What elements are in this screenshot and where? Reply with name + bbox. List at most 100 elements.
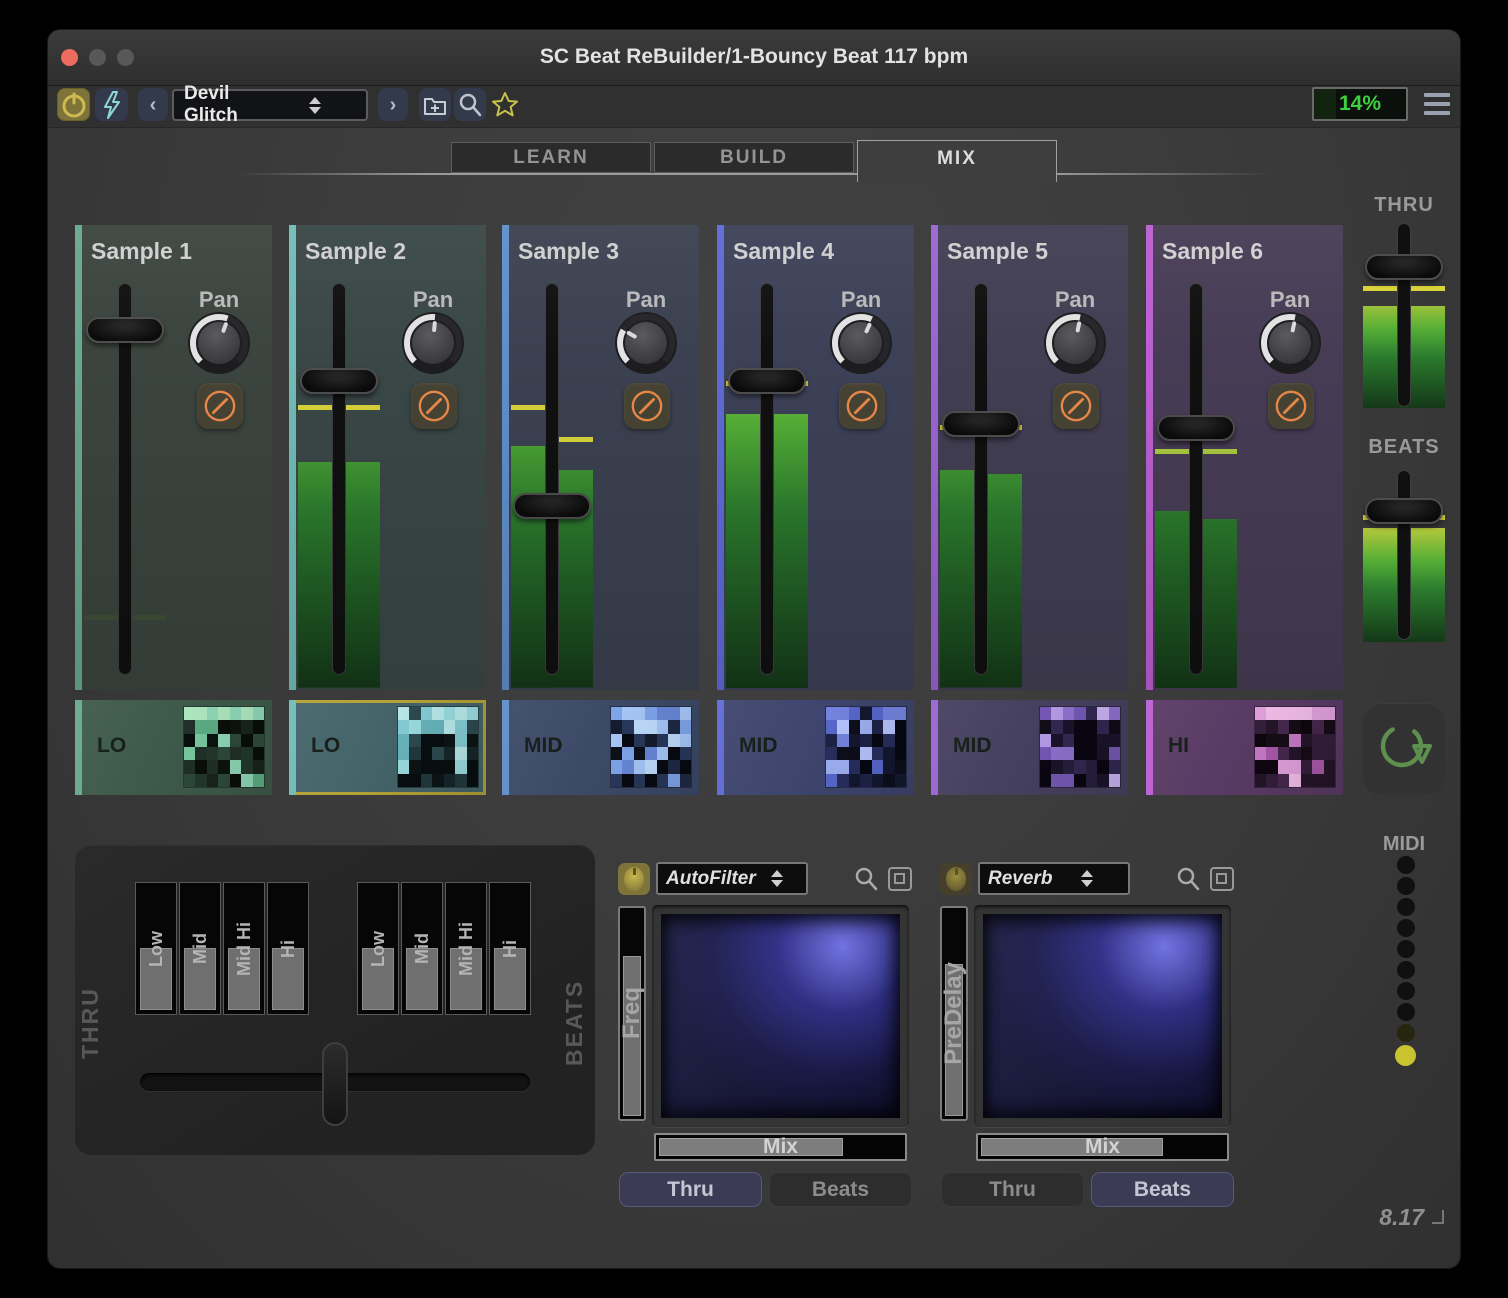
fx-browse-button[interactable]	[852, 865, 879, 892]
beats-band-fader-midhi[interactable]: Mid Hi	[445, 882, 487, 1015]
strip-color-bar	[931, 225, 938, 690]
sample-pad-6[interactable]: HI	[1146, 700, 1343, 795]
chevron-left-icon: ‹	[150, 95, 157, 115]
volume-fader-track[interactable]	[974, 283, 988, 675]
strip-title: Sample 4	[733, 238, 834, 265]
fx-window-button[interactable]	[1208, 865, 1235, 892]
pan-knob[interactable]	[614, 311, 678, 375]
preset-name: Devil Glitch	[184, 83, 271, 127]
beats-master-label: BEATS	[1344, 436, 1460, 459]
volume-fader-handle[interactable]	[300, 368, 378, 394]
fx-route-thru-button[interactable]: Thru	[941, 1172, 1084, 1207]
xy-pad[interactable]	[983, 914, 1222, 1118]
menu-button[interactable]	[1424, 93, 1450, 115]
crossfade-slider-handle[interactable]	[322, 1042, 348, 1126]
strip-color-bar	[502, 225, 509, 690]
sample-pad-3[interactable]: MID	[502, 700, 699, 795]
sample-pad-2[interactable]: LO	[289, 700, 486, 795]
pan-knob[interactable]	[1043, 311, 1107, 375]
tile-color-bar	[289, 700, 296, 795]
thru-master-fader-handle[interactable]	[1365, 254, 1443, 280]
beats-master-fader-handle[interactable]	[1365, 498, 1443, 524]
fx-mix-label: Mix	[656, 1135, 905, 1159]
fx-route-beats-button[interactable]: Beats	[769, 1172, 912, 1207]
pan-knob[interactable]	[829, 311, 893, 375]
mute-bypass-button[interactable]	[839, 383, 885, 429]
strip-color-bar	[289, 225, 296, 690]
xy-pad-frame	[974, 905, 1231, 1127]
mute-bypass-button[interactable]	[411, 383, 457, 429]
version-number: 8.17	[1348, 1204, 1424, 1231]
thru-band-fader-hi[interactable]: Hi	[267, 882, 309, 1015]
stepper-arrows-icon	[271, 97, 358, 114]
loop-refresh-button[interactable]	[1363, 703, 1445, 795]
fx-param-slider[interactable]: PreDelay	[940, 906, 968, 1121]
pan-label: Pan	[598, 287, 694, 313]
folder-plus-icon	[421, 91, 449, 119]
tab-mix[interactable]: MIX	[857, 140, 1057, 182]
thru-master-fader-track[interactable]	[1397, 223, 1411, 407]
tile-color-bar	[502, 700, 509, 795]
fx-route-thru-button[interactable]: Thru	[619, 1172, 762, 1207]
resize-grip[interactable]	[1432, 1210, 1444, 1224]
thru-band-fader-midhi[interactable]: Mid Hi	[223, 882, 265, 1015]
beats-master-fader-track[interactable]	[1397, 470, 1411, 640]
fx-power-button[interactable]	[940, 863, 972, 895]
mute-bypass-button[interactable]	[624, 383, 670, 429]
pan-label: Pan	[813, 287, 909, 313]
search-preset-button[interactable]	[454, 88, 486, 121]
save-preset-button[interactable]	[419, 88, 451, 121]
next-preset-button[interactable]: ›	[378, 88, 408, 121]
xy-pad[interactable]	[661, 914, 900, 1118]
beats-band-fader-mid[interactable]: Mid	[401, 882, 443, 1015]
mute-bypass-button[interactable]	[1268, 383, 1314, 429]
preset-select[interactable]: Devil Glitch	[172, 89, 368, 121]
fx-browse-button[interactable]	[1174, 865, 1201, 892]
tab-learn[interactable]: LEARN	[451, 142, 651, 173]
fx-window-button[interactable]	[886, 865, 913, 892]
power-button[interactable]	[57, 88, 90, 121]
volume-fader-track[interactable]	[760, 283, 774, 675]
beats-band-fader-low[interactable]: Low	[357, 882, 399, 1015]
fx-param-slider[interactable]: Freq	[618, 906, 646, 1121]
fx-select[interactable]: AutoFilter	[656, 862, 808, 895]
volume-fader-track[interactable]	[332, 283, 346, 675]
volume-fader-track[interactable]	[1189, 283, 1203, 675]
sample-pad-4[interactable]: MID	[717, 700, 914, 795]
volume-fader-handle[interactable]	[1157, 415, 1235, 441]
mute-bypass-button[interactable]	[197, 383, 243, 429]
fx-route-beats-button[interactable]: Beats	[1091, 1172, 1234, 1207]
volume-fader-handle[interactable]	[942, 411, 1020, 437]
fx-mix-slider[interactable]: Mix	[976, 1133, 1229, 1161]
learn-midi-button[interactable]	[95, 88, 128, 121]
favorite-button[interactable]	[489, 88, 521, 121]
slash-circle-icon	[630, 388, 664, 424]
prev-preset-button[interactable]: ‹	[138, 88, 168, 121]
waveform-thumbnail	[184, 707, 264, 787]
pan-label: Pan	[1242, 287, 1338, 313]
volume-fader-handle[interactable]	[86, 317, 164, 343]
beats-band-fader-hi[interactable]: Hi	[489, 882, 531, 1015]
pan-knob[interactable]	[187, 311, 251, 375]
thru-band-fader-low[interactable]: Low	[135, 882, 177, 1015]
volume-fader-handle[interactable]	[728, 368, 806, 394]
search-icon	[456, 91, 484, 119]
fx-select[interactable]: Reverb	[978, 862, 1130, 895]
pan-knob[interactable]	[1258, 311, 1322, 375]
sample-pad-1[interactable]: LO	[75, 700, 272, 795]
slash-circle-icon	[417, 388, 451, 424]
fx-name: AutoFilter	[666, 868, 756, 890]
thru-master-label: THRU	[1344, 194, 1460, 217]
volume-fader-track[interactable]	[545, 283, 559, 675]
band-tag: LO	[311, 734, 340, 758]
thru-band-fader-mid[interactable]: Mid	[179, 882, 221, 1015]
pan-knob[interactable]	[401, 311, 465, 375]
fx-mix-slider[interactable]: Mix	[654, 1133, 907, 1161]
fx-slot-2: Reverb PreDelay Mix Thru Beats	[940, 862, 1280, 1242]
tile-color-bar	[1146, 700, 1153, 795]
volume-fader-handle[interactable]	[513, 493, 591, 519]
sample-pad-5[interactable]: MID	[931, 700, 1128, 795]
fx-power-button[interactable]	[618, 863, 650, 895]
tab-build[interactable]: BUILD	[654, 142, 854, 173]
mute-bypass-button[interactable]	[1053, 383, 1099, 429]
